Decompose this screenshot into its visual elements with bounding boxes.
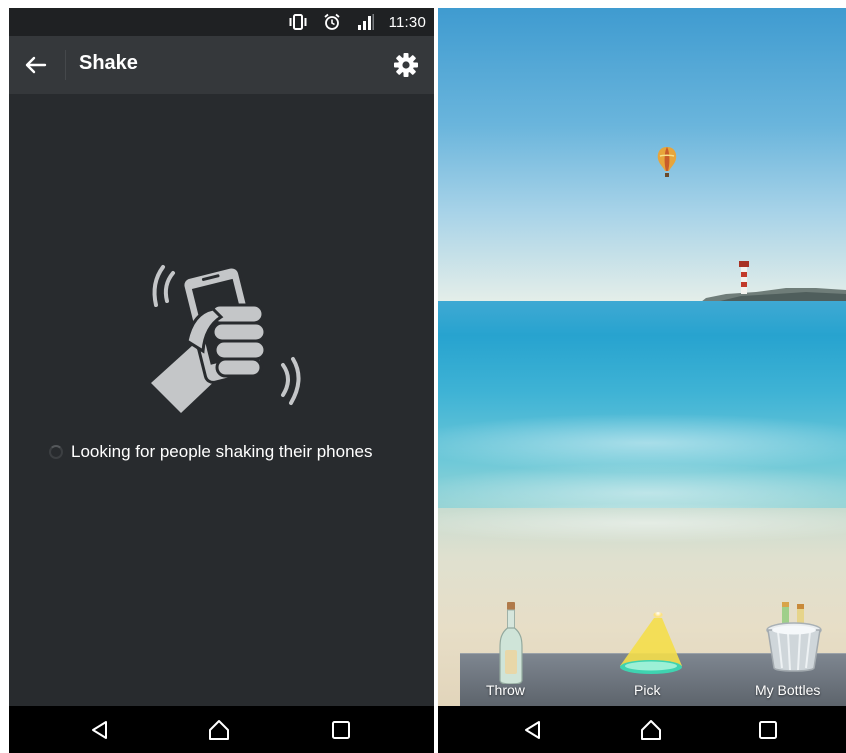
nav-recents-button[interactable] <box>329 718 353 742</box>
back-triangle-icon <box>525 721 540 739</box>
searching-status: Looking for people shaking their phones <box>49 441 373 463</box>
throw-button[interactable] <box>498 602 524 685</box>
recents-square-icon <box>332 721 350 739</box>
hand-shaking-phone-icon <box>151 265 301 413</box>
nav-home-button[interactable] <box>207 718 231 742</box>
nav-back-button[interactable] <box>521 718 545 742</box>
spotlight-icon <box>620 612 682 674</box>
home-icon <box>641 720 661 740</box>
nav-home-button[interactable] <box>639 718 663 742</box>
back-arrow-icon <box>25 56 47 74</box>
searching-status-text: Looking for people shaking their phones <box>71 442 373 461</box>
pick-button[interactable] <box>616 612 686 676</box>
status-time: 11:30 <box>388 13 426 31</box>
vibrate-icon <box>287 13 309 31</box>
recents-square-icon <box>759 721 777 739</box>
app-bar-divider <box>65 50 66 80</box>
hot-air-balloon <box>657 147 677 177</box>
loading-spinner-icon <box>49 445 63 459</box>
beach-scene: Throw Pick My Bottles <box>438 8 846 706</box>
status-bar: 11:30 <box>9 8 434 36</box>
back-triangle-icon <box>92 721 107 739</box>
drift-bottle-screen: Throw Pick My Bottles <box>438 8 846 753</box>
navigation-bar <box>438 706 846 753</box>
alarm-icon <box>323 13 341 31</box>
wave <box>438 503 846 543</box>
back-button[interactable] <box>23 53 49 77</box>
page-title: Shake <box>79 52 138 74</box>
settings-button[interactable] <box>392 51 420 79</box>
app-bar: Shake <box>9 36 434 94</box>
pick-label: Pick <box>634 682 661 698</box>
bottle-icon <box>499 602 523 685</box>
my-bottles-button[interactable] <box>764 602 824 674</box>
home-icon <box>209 720 229 740</box>
my-bottles-label: My Bottles <box>755 682 821 698</box>
ice-bucket-icon <box>766 602 822 672</box>
shake-screen: 11:30 Shake Looking for people shaking t… <box>9 8 434 753</box>
throw-label: Throw <box>486 682 525 698</box>
nav-recents-button[interactable] <box>756 718 780 742</box>
signal-icon <box>355 13 375 31</box>
navigation-bar <box>9 706 434 753</box>
gear-icon <box>394 53 418 77</box>
nav-back-button[interactable] <box>88 718 112 742</box>
